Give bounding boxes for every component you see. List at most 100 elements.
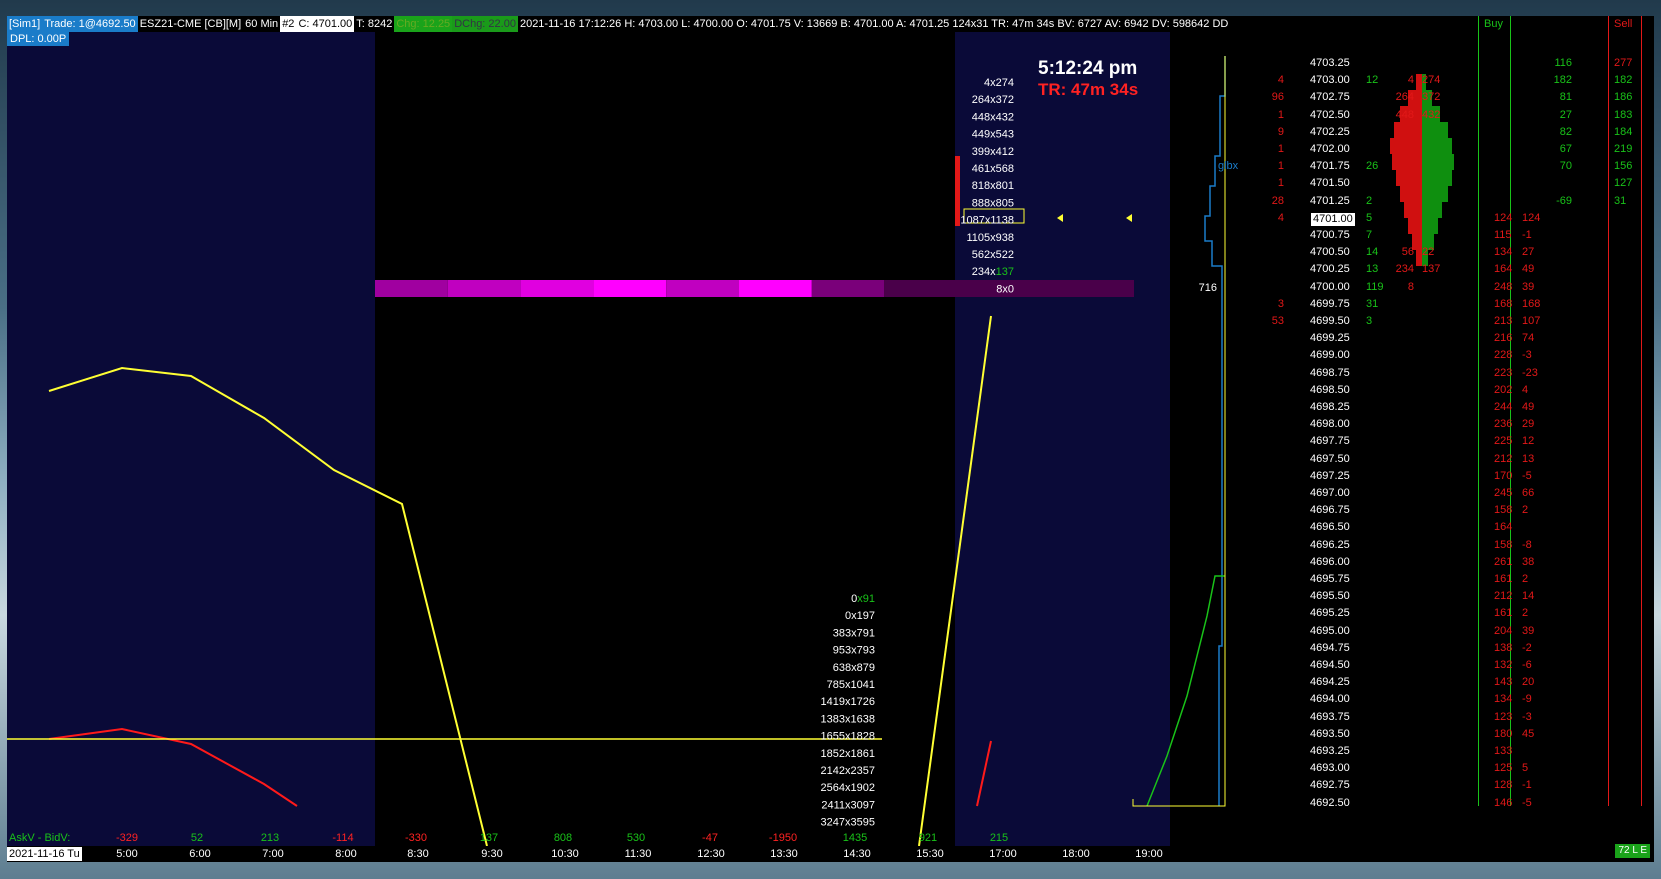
askbid-value: -1950 [769,832,797,844]
ladder-row[interactable]: 53 4699.50 3 213 107 [1242,313,1654,330]
ladder-row[interactable]: 1 4702.00 67 219 [1242,141,1654,158]
time-tick-label: 5:00 [116,848,138,860]
bidask-pair-lower: 1852x1861 [821,748,875,760]
ladder-row[interactable]: 4698.25 244 49 [1242,399,1654,416]
total-cell: -1 [1522,229,1532,241]
ladder-row[interactable]: 1 4701.75 26 70 156 [1242,158,1654,175]
sell-volume-cell: 82 [1559,125,1572,138]
bidask-pair: 399x412 [972,146,1014,158]
sell-volume-cell: 27 [1559,108,1572,121]
book-ask-cell: 22 [1422,246,1435,259]
ladder-row[interactable]: 3 4699.75 31 168 168 [1242,296,1654,313]
total-cell: 38 [1522,555,1535,568]
askbid-value: 1435 [843,832,867,844]
ladder-row[interactable]: 4698.50 202 4 [1242,382,1654,399]
ladder-row[interactable]: 4696.75 158 2 [1242,502,1654,519]
ladder-row[interactable]: 4696.25 158 -8 [1242,537,1654,554]
ladder-row[interactable]: 4694.75 138 -2 [1242,640,1654,657]
ladder-row[interactable]: 4697.50 212 13 [1242,451,1654,468]
ladder-row[interactable]: 96 4702.75 264 372 81 186 [1242,89,1654,106]
time-tick-label: 18:00 [1062,848,1090,860]
ladder-row[interactable]: 4693.00 125 5 [1242,760,1654,777]
askbid-value: 808 [554,832,572,844]
ladder-row[interactable]: 4700.25 13 234 137 164 49 [1242,261,1654,278]
ladder-row[interactable]: 4 4703.00 12 4 274 182 182 [1242,72,1654,89]
book-bid-cell: 4 [1407,74,1414,87]
bidask-pair-lower: 1655x1828 [821,731,875,743]
book-bid-cell: 448 [1395,108,1414,121]
ladder-row[interactable]: 4696.50 164 [1242,519,1654,536]
bidask-pair-lower: 2142x2357 [821,765,875,777]
trade-label[interactable]: Trade: 1@4692.50 [42,16,138,32]
ladder-row[interactable]: 1 4701.50 127 [1242,175,1654,192]
ladder-row[interactable]: 4693.50 180 45 [1242,726,1654,743]
ladder-row[interactable]: 4699.00 228 -3 [1242,347,1654,364]
glbx-label: glbx [1218,160,1239,172]
ladder-row[interactable]: 1 4702.50 448 432 27 183 [1242,107,1654,124]
book-bid-cell: 234 [1395,263,1414,276]
ladder-row[interactable]: 4695.00 204 39 [1242,623,1654,640]
ladder-row[interactable]: 4700.00 119 8 248 39 [1242,279,1654,296]
ladder-row[interactable]: 4700.75 7 115 -1 [1242,227,1654,244]
ladder-row[interactable]: 4697.75 225 12 [1242,433,1654,450]
buy-volume-cell: 134 [1494,246,1513,259]
ladder-row[interactable]: 4693.75 123 -3 [1242,709,1654,726]
buy-volume-cell: 134 [1494,693,1513,706]
total-cell: 183 [1614,108,1633,121]
buy-volume-cell: 161 [1494,607,1513,620]
ask-size-cell: 28 [1271,194,1284,207]
ladder-row[interactable]: 4692.75 128 -1 [1242,777,1654,794]
bidask-pair-lower: 0x91 [851,593,875,605]
ladder-row[interactable]: 4697.25 170 -5 [1242,468,1654,485]
ladder-row[interactable]: 4693.25 133 [1242,743,1654,760]
total-cell: -9 [1522,693,1532,706]
ladder-row[interactable]: 4694.00 134 -9 [1242,691,1654,708]
buy-volume-cell: 128 [1494,779,1513,792]
ask-size-cell: 9 [1277,125,1284,138]
askbid-value: 530 [627,832,645,844]
total-cell: 277 [1614,57,1633,69]
buy-volume-cell: 143 [1494,676,1513,689]
time-axis[interactable]: 2021-11-16 Tu 5:00 6:00 7:00 8:00 8:30 9:30 10… [7,846,1242,862]
total-cell: 39 [1522,280,1535,293]
total-cell: 4 [1522,383,1529,396]
price-cell: 4695.75 [1310,573,1350,585]
total-cell: 2 [1522,573,1529,585]
ladder-row[interactable]: 4698.00 236 29 [1242,416,1654,433]
ladder-row[interactable]: 4700.50 14 56 22 134 27 [1242,244,1654,261]
price-ladder[interactable]: Buy Sell 4703.25 116 277 4 4703.00 12 4 274 182 1… [1242,16,1654,862]
sell-volume-cell: 70 [1559,160,1572,173]
ladder-row[interactable]: 4695.25 161 2 [1242,605,1654,622]
ladder-row[interactable]: 28 4701.25 2 -69 31 [1242,193,1654,210]
bidask-pair: 461x568 [972,163,1014,175]
ladder-row[interactable]: 4699.25 216 74 [1242,330,1654,347]
account-label[interactable]: [Sim1] [7,16,43,32]
total-cell: 39 [1522,624,1535,637]
ladder-row[interactable]: 4695.75 161 2 [1242,571,1654,588]
liquidity-heat-row [375,280,1134,297]
ladder-row[interactable]: 4703.25 116 277 [1242,55,1654,72]
symbol-label[interactable]: ESZ21-CME [CB][M] [138,16,243,32]
buy-volume-cell: 180 [1494,727,1513,740]
price-cell: 4701.75 [1310,160,1350,173]
ladder-row[interactable]: 4694.50 132 -6 [1242,657,1654,674]
bid-size-cell: 5 [1366,211,1373,224]
total-cell: 127 [1614,177,1633,190]
askbid-value: -330 [405,832,427,844]
price-chart[interactable]: 4x274 264x372 448x432 449x543 399x412 461x568… [7,16,1242,846]
total-cell: 20 [1522,676,1535,689]
ladder-row[interactable]: 4 4701.00 5 124 124 [1242,210,1654,227]
ladder-row[interactable]: 4695.50 212 14 [1242,588,1654,605]
heat-cell [447,280,521,297]
bid-size-cell: 13 [1366,263,1379,276]
interval-label[interactable]: 60 Min [243,16,280,32]
ladder-row[interactable]: 4694.25 143 20 [1242,674,1654,691]
ladder-row[interactable]: 4697.00 245 66 [1242,485,1654,502]
ladder-row[interactable]: 4698.75 223 -23 [1242,365,1654,382]
ladder-row[interactable]: 4692.50 146 -5 [1242,795,1654,812]
total-cell: 2 [1522,607,1529,620]
ladder-row[interactable]: 4696.00 261 38 [1242,554,1654,571]
price-cell: 4702.00 [1310,143,1350,155]
bidask-pair: 8x0 [996,283,1014,295]
ladder-row[interactable]: 9 4702.25 82 184 [1242,124,1654,141]
